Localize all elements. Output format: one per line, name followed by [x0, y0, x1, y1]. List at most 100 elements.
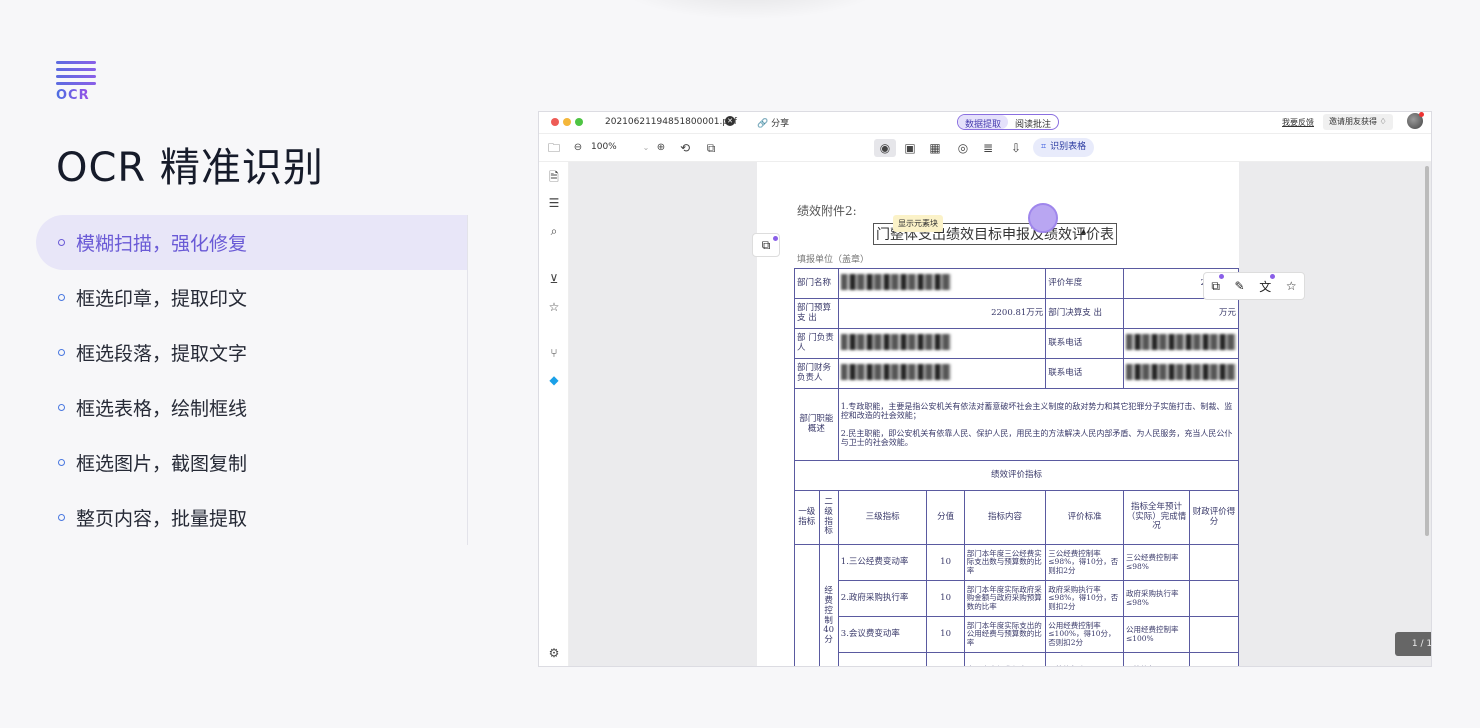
star-icon[interactable]: ☆	[545, 298, 563, 316]
file-tab-name[interactable]: 20210621194851800001.pdf	[605, 117, 737, 127]
app-window: 20210621194851800001.pdf ✕ 🔗 分享 数据提取 阅读批…	[538, 111, 1432, 667]
cell-label: 联系电话	[1045, 328, 1124, 359]
cell-content: 部门本年度实际支出的公用经费与预算数的比率	[963, 616, 1047, 653]
link-icon: 🔗	[757, 119, 769, 129]
diamond-icon: ♢	[1379, 117, 1387, 126]
cell-self-score	[1189, 580, 1239, 617]
mode-data-extract[interactable]: 数据提取	[958, 115, 1009, 130]
cell-label: 部门预算支 出	[794, 298, 839, 329]
cell-label: 部门名称	[794, 268, 839, 299]
zoom-in-icon[interactable]: ⊕	[652, 139, 670, 157]
copy-page-button[interactable]: ⧉	[752, 233, 780, 257]
scrollbar[interactable]	[1425, 166, 1429, 536]
zoom-out-icon[interactable]: ⊖	[569, 139, 587, 157]
feature-item-image[interactable]: 框选图片，截图复制	[36, 435, 467, 490]
cell-score	[926, 652, 965, 666]
zoom-level[interactable]: 100%	[591, 142, 617, 152]
badge-dot	[773, 236, 778, 241]
maximize-window-button[interactable]	[575, 118, 583, 126]
feature-item-table[interactable]: 框选表格，绘制框线	[36, 380, 467, 435]
outline-icon[interactable]: ☰	[545, 194, 563, 212]
share-nodes-icon[interactable]: ⑂	[545, 344, 563, 362]
star-icon[interactable]: ☆	[1286, 279, 1297, 293]
table-select-icon[interactable]: ▦	[926, 139, 944, 157]
doc-table[interactable]: 部门名称 评价年度 20201年 部门预算支 出 2200.81万元 部门决算支…	[794, 268, 1239, 666]
feature-item-paragraph[interactable]: 框选段落，提取文字	[36, 325, 467, 380]
cursor-icon: ▴	[1081, 226, 1087, 237]
cell-header: 指标全年预计（实际）完成情况	[1122, 490, 1191, 545]
invite-button[interactable]: 邀请朋友获得 ♢	[1323, 114, 1393, 130]
mode-read-annotate[interactable]: 阅读批注	[1008, 115, 1058, 130]
select-area-icon[interactable]: ▣	[901, 139, 919, 157]
document-icon[interactable]: 🗎	[545, 168, 563, 186]
cell-redacted	[1122, 328, 1239, 359]
cell-header: 指标内容	[963, 490, 1047, 545]
cell-redacted	[1122, 358, 1239, 389]
rotate-icon[interactable]: ⟲	[676, 139, 694, 157]
notification-dot	[1419, 112, 1424, 117]
feedback-link[interactable]: 我要反馈	[1282, 117, 1314, 128]
toolbar: 🗀 ⊖ 100% ⌄ ⊕ ⟲ ⧉ ◉ ▣ ▦ ◎ ≣ ⇩ ⌗ 识别表格	[539, 134, 1431, 162]
cell-score: 10	[926, 580, 965, 617]
folder-icon[interactable]: 🗀	[545, 139, 563, 157]
cell-indicator: 2.政府采购执行率	[837, 580, 928, 617]
selection-toolbar: ⧉ ✎ 文 ☆	[1203, 272, 1305, 300]
search-icon[interactable]: ⌕	[545, 222, 563, 240]
cell-category: 经费控制40分	[818, 544, 839, 666]
page-title: OCR 精准识别	[56, 145, 324, 191]
mode-switch: 数据提取 阅读批注	[957, 114, 1060, 130]
cell-standard: 三公经费控制率≤98%，得10分，否则扣2分	[1045, 544, 1124, 581]
cell-redacted	[837, 328, 1047, 359]
badge-dot	[1219, 274, 1224, 279]
pdf-page: 绩效附件2: 门整体支出绩效目标申报及绩效评价表 填报单位（盖章） 部门名称 评…	[757, 162, 1239, 666]
fit-page-icon[interactable]: ⧉	[702, 139, 720, 157]
page-indicator[interactable]: 1 / 1	[1395, 632, 1431, 656]
share-button[interactable]: 🔗 分享	[757, 116, 789, 129]
translate-icon[interactable]: 文	[1259, 278, 1271, 295]
document-canvas: 绩效附件2: 门整体支出绩效目标申报及绩效评价表 填报单位（盖章） 部门名称 评…	[569, 162, 1431, 666]
cell-section-header: 绩效评价指标	[794, 460, 1239, 491]
recognize-table-button[interactable]: ⌗ 识别表格	[1033, 138, 1095, 157]
download-icon[interactable]: ⇩	[1007, 139, 1025, 157]
cell-indicator: 1.三公经费变动率	[837, 544, 928, 581]
close-window-button[interactable]	[551, 118, 559, 126]
cell-score: 10	[926, 544, 965, 581]
cell-label: 部 门负责人	[794, 328, 839, 359]
top-shadow-glow	[610, 0, 890, 20]
cell-content: 实际支出经费与实际	[963, 652, 1047, 666]
doc-fill-unit: 填报单位（盖章）	[797, 255, 870, 265]
cell-value: 万元	[1122, 298, 1239, 329]
ocr-logo: OCR	[56, 61, 98, 103]
cell-content: 部门本年度三公经费实际支出数与预算数的比率	[963, 544, 1047, 581]
copy-icon: ⧉	[761, 238, 771, 252]
doc-heading: 绩效附件2:	[797, 204, 857, 218]
bullet-icon	[58, 459, 65, 466]
batch-extract-icon[interactable]: ≣	[979, 139, 997, 157]
cell-standard: 政府采购执行率≤98%，得10分，否则扣2分	[1045, 580, 1124, 617]
edit-pencil-icon[interactable]: ✎	[1235, 279, 1245, 293]
cell-value: 2200.81万元	[837, 298, 1047, 329]
cell-duty-text: 1.专政职能，主要是指公安机关有依法对蓄意破坏社会主义制度的敌对势力和其它犯罪分…	[837, 388, 1239, 461]
cell-label: 部门决算支 出	[1045, 298, 1124, 329]
cell-label: 评价年度	[1045, 268, 1124, 299]
eye-icon[interactable]: ◉	[874, 139, 896, 157]
feature-item-seal[interactable]: 框选印章，提取印文	[36, 270, 467, 325]
screenshot-icon[interactable]: ◎	[954, 139, 972, 157]
bullet-icon	[58, 404, 65, 411]
badge-dot	[1270, 274, 1275, 279]
cell-complete: 三公经费控制率≤98%	[1122, 544, 1191, 581]
cell-indicator: 3.会议费变动率	[837, 616, 928, 653]
cell-header: 财政评价得分	[1189, 490, 1239, 545]
gear-icon[interactable]: ⚙	[545, 644, 563, 662]
app-badge-icon[interactable]: ◆	[545, 371, 563, 389]
table-scan-icon: ⌗	[1041, 142, 1047, 152]
close-tab-icon[interactable]: ✕	[725, 116, 735, 126]
feature-item-fullpage[interactable]: 整页内容，批量提取	[36, 490, 467, 545]
copy-icon[interactable]: ⧉	[1211, 279, 1220, 294]
download-tray-icon[interactable]: ⊻	[545, 270, 563, 288]
left-sidebar: 🗎 ☰ ⌕ ⊻ ☆ ⑂ ◆ ⚙	[539, 162, 569, 666]
title-bar: 20210621194851800001.pdf ✕ 🔗 分享 数据提取 阅读批…	[539, 112, 1431, 134]
cell-self-score	[1189, 652, 1239, 666]
minimize-window-button[interactable]	[563, 118, 571, 126]
feature-item-blur-repair[interactable]: 模糊扫描，强化修复	[36, 215, 467, 270]
